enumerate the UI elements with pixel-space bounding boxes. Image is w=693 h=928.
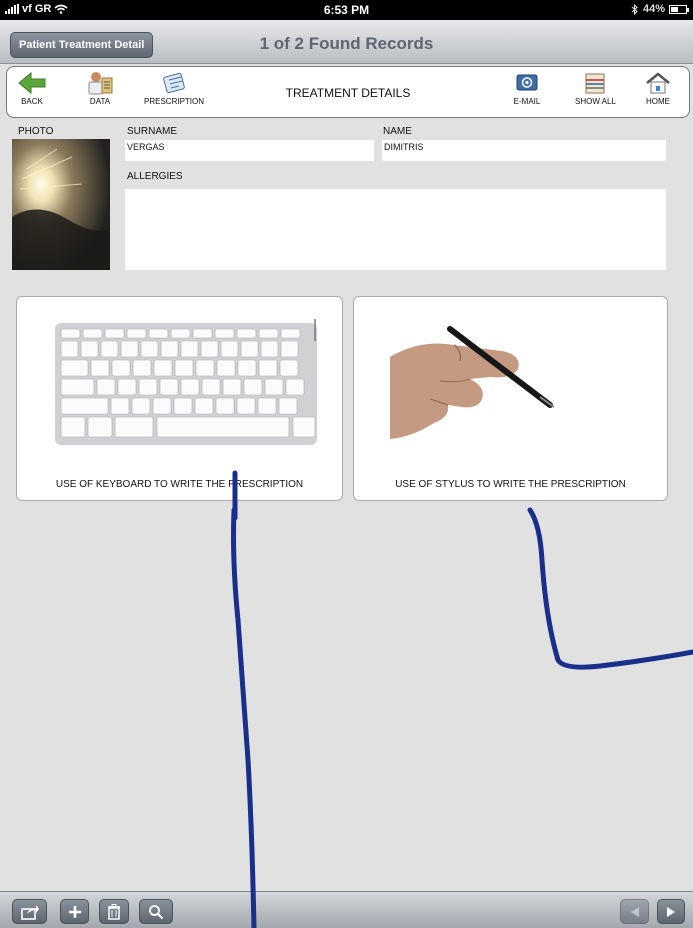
- treatment-toolbar: BACK DATA PRESCRIPTION TREATMENT DETAILS…: [6, 66, 690, 118]
- keyboard-image: [55, 319, 317, 445]
- allergies-label: ALLERGIES: [127, 171, 183, 182]
- annotation-stroke-stylus: [527, 507, 693, 670]
- photo-label: PHOTO: [18, 126, 54, 137]
- stylus-option-card[interactable]: USE OF STYLUS TO WRITE THE PRESCRIPTION: [353, 296, 668, 501]
- next-record-button[interactable]: [657, 899, 685, 924]
- status-bar: vf GR 6:53 PM 44%: [0, 0, 693, 20]
- show-all-button[interactable]: SHOW ALL: [575, 71, 616, 106]
- navigation-bar: Patient Treatment Detail 1 of 2 Found Re…: [0, 20, 693, 64]
- battery-percent: 44%: [642, 3, 665, 15]
- patient-photo-image: [12, 139, 110, 270]
- surname-label: SURNAME: [127, 126, 178, 137]
- allergies-field[interactable]: [125, 189, 666, 270]
- email-button[interactable]: E-MAIL: [512, 71, 542, 106]
- keyboard-option-caption: USE OF KEYBOARD TO WRITE THE PRESCRIPTIO…: [55, 479, 304, 490]
- trash-icon: [108, 903, 120, 920]
- email-icon: [516, 74, 538, 91]
- add-record-button[interactable]: [60, 899, 89, 924]
- previous-record-button[interactable]: [620, 899, 649, 924]
- keyboard-option-card[interactable]: USE OF KEYBOARD TO WRITE THE PRESCRIPTIO…: [16, 296, 343, 501]
- stylus-option-caption: USE OF STYLUS TO WRITE THE PRESCRIPTION: [395, 479, 626, 490]
- surname-field[interactable]: VERGAS: [125, 140, 374, 161]
- battery-group: 44%: [631, 3, 689, 15]
- bluetooth-icon: [631, 3, 638, 15]
- home-icon: [646, 72, 670, 94]
- triangle-left-icon: [630, 906, 639, 917]
- home-label: HOME: [646, 97, 670, 106]
- home-button[interactable]: HOME: [643, 71, 673, 106]
- search-icon: [149, 904, 164, 919]
- annotation-stroke-keyboard: [231, 470, 257, 928]
- stylus-hand-image: [390, 326, 555, 439]
- triangle-right-icon: [667, 906, 675, 917]
- battery-icon: [669, 4, 689, 14]
- show-all-label: SHOW ALL: [575, 97, 616, 106]
- name-field[interactable]: DIMITRIS: [382, 140, 666, 161]
- record-count-title: 1 of 2 Found Records: [259, 34, 434, 53]
- delete-record-button[interactable]: [99, 899, 129, 924]
- name-label: NAME: [383, 126, 412, 137]
- email-label: E-MAIL: [513, 97, 541, 106]
- search-button[interactable]: [139, 899, 173, 924]
- battery-fill: [671, 6, 678, 12]
- share-button[interactable]: [12, 899, 47, 924]
- file-drawer-icon: [585, 73, 605, 94]
- clock: 6:53 PM: [323, 3, 370, 17]
- plus-icon: [68, 905, 81, 918]
- share-icon: [20, 904, 39, 920]
- patient-photo: [12, 139, 110, 270]
- bottom-toolbar: [0, 891, 693, 928]
